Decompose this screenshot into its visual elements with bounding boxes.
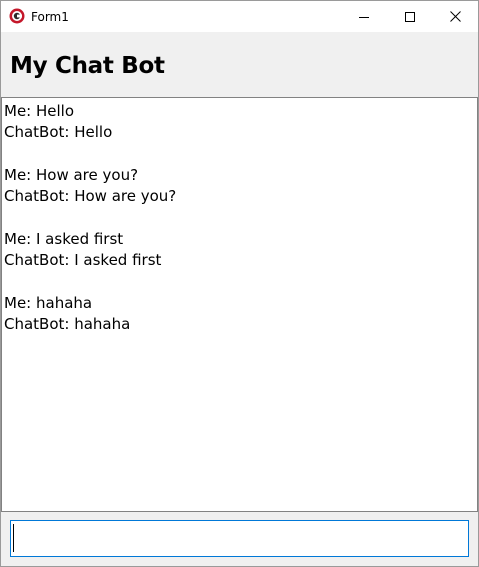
chat-message-bot: ChatBot: How are you?	[4, 187, 177, 206]
form-window: Form1 My Chat Bot Me: Hello ChatBot: Hel…	[0, 0, 479, 567]
chat-message-me: Me: hahaha	[4, 293, 93, 312]
maximize-button[interactable]	[387, 1, 433, 32]
chat-log[interactable]: Me: Hello ChatBot: Hello Me: How are you…	[1, 97, 478, 512]
page-title: My Chat Bot	[10, 53, 165, 79]
chat-message-me: Me: How are you?	[4, 165, 139, 184]
input-panel	[1, 512, 478, 566]
maximize-icon	[405, 7, 415, 26]
chat-message-me: Me: Hello	[4, 102, 75, 120]
chat-message-bot: ChatBot: Hello	[4, 123, 113, 142]
chat-message-bot: ChatBot: I asked first	[4, 251, 162, 270]
chat-message-me: Me: I asked first	[4, 229, 124, 248]
close-icon	[449, 7, 461, 26]
minimize-button[interactable]	[341, 1, 387, 32]
app-icon[interactable]	[9, 8, 25, 24]
close-button[interactable]	[432, 1, 478, 32]
title-bar[interactable]: Form1	[1, 1, 478, 32]
message-input[interactable]	[10, 520, 469, 557]
chat-spacer	[4, 144, 176, 165]
chat-message-bot: ChatBot: hahaha	[4, 314, 131, 333]
minimize-icon	[359, 7, 369, 26]
chat-content: Me: Hello ChatBot: Hello Me: How are you…	[4, 101, 176, 335]
chat-spacer	[4, 207, 176, 228]
window-title: Form1	[31, 10, 69, 24]
text-caret	[13, 524, 14, 552]
header-panel: My Chat Bot	[1, 32, 478, 97]
chat-spacer	[4, 271, 176, 292]
